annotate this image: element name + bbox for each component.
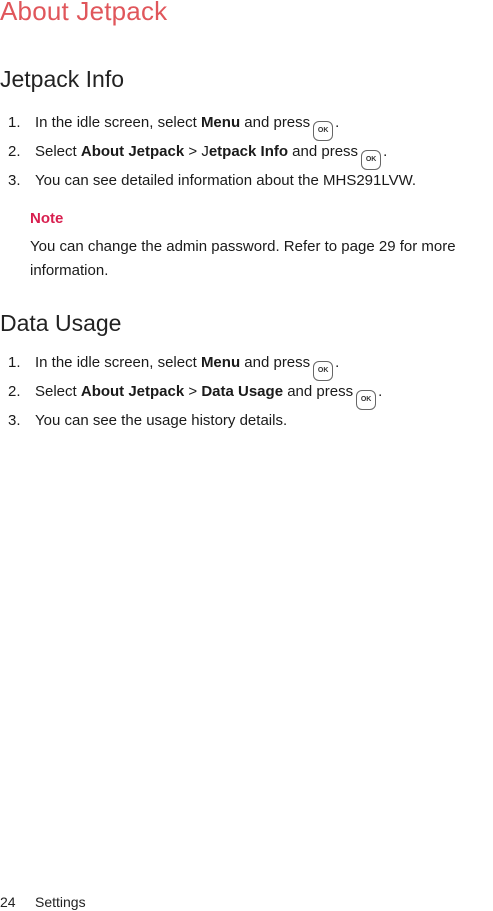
step-text: You can see detailed information about t…	[35, 172, 417, 189]
step-number: 3.	[8, 172, 21, 189]
step-number: 2.	[8, 383, 21, 400]
list-item: 3. You can see the usage history details…	[0, 411, 493, 440]
step-number: 3.	[8, 412, 21, 429]
list-item: 2. Select About Jetpack > Data Usage and…	[0, 382, 493, 411]
step-number: 2.	[8, 143, 21, 160]
ok-button-icon: OK	[361, 150, 382, 170]
ok-button-icon: OK	[356, 390, 377, 410]
ok-button-icon: OK	[313, 121, 334, 141]
section-heading-data-usage: Data Usage	[0, 310, 122, 336]
note-body: You can change the admin password. Refer…	[30, 238, 456, 279]
list-item: 1. In the idle screen, select Menu and p…	[0, 113, 493, 142]
data-usage-steps: 1. In the idle screen, select Menu and p…	[0, 353, 493, 440]
menu-term: Menu	[200, 354, 241, 371]
list-item: 2. Select About Jetpack > Jetpack Info a…	[0, 142, 493, 171]
jetpack-info-steps: 1. In the idle screen, select Menu and p…	[0, 113, 493, 200]
step-text: Select About Jetpack > Jetpack Info and …	[35, 142, 387, 170]
step-number: 1.	[8, 114, 21, 131]
step-text: You can see the usage history details.	[35, 412, 288, 429]
list-item: 3. You can see detailed information abou…	[0, 171, 493, 200]
step-text: Select About Jetpack > Data Usage and pr…	[35, 382, 382, 410]
page-title: About Jetpack	[0, 0, 168, 26]
about-jetpack-term: About Jetpack	[80, 143, 185, 160]
about-jetpack-term: About Jetpack	[80, 383, 185, 400]
step-text: In the idle screen, select Menu and pres…	[35, 353, 339, 381]
section-heading-jetpack-info: Jetpack Info	[0, 66, 125, 92]
data-usage-term: Data Usage	[201, 383, 284, 400]
step-number: 1.	[8, 354, 21, 371]
step-text: In the idle screen, select Menu and pres…	[35, 113, 339, 141]
note-box: Note You can change the admin password. …	[30, 209, 493, 283]
jetpack-info-term: etpack Info	[208, 143, 289, 160]
note-label: Note	[30, 210, 64, 227]
page-footer: 24 Settings	[0, 893, 86, 911]
ok-button-icon: OK	[313, 361, 334, 381]
footer-section-name: Settings	[35, 894, 86, 910]
menu-term: Menu	[200, 114, 241, 131]
list-item: 1. In the idle screen, select Menu and p…	[0, 353, 493, 382]
page-number: 24	[0, 894, 16, 910]
